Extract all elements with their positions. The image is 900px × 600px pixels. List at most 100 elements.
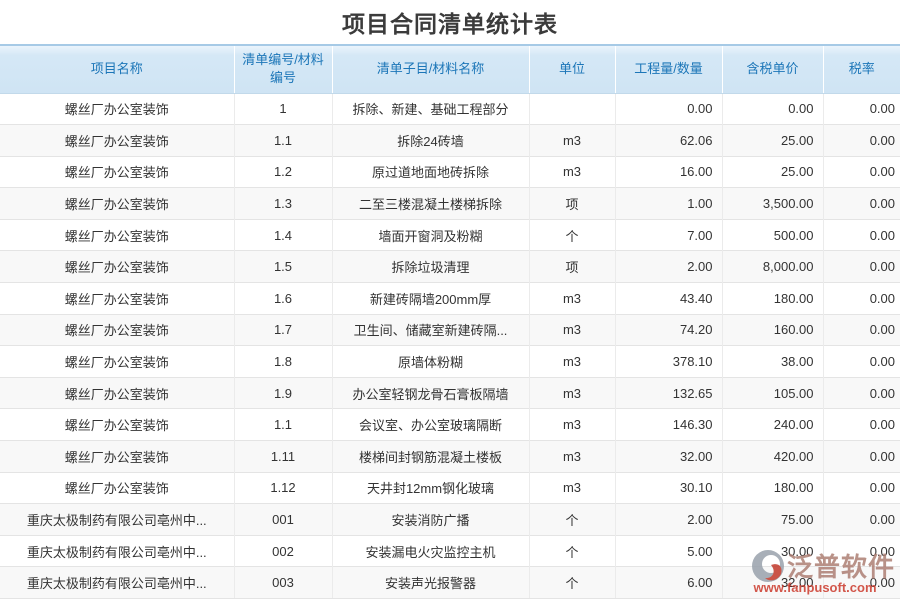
report-page: 项目合同清单统计表 项目名称清单编号/材料编号清单子目/材料名称单位工程量/数量… <box>0 0 900 600</box>
table-row[interactable]: 螺丝厂办公室装饰1.1会议室、办公室玻璃隔断m3146.30240.000.00 <box>0 409 900 441</box>
cell-project: 螺丝厂办公室装饰 <box>0 93 234 125</box>
table-row[interactable]: 螺丝厂办公室装饰1.1拆除24砖墙m362.0625.000.00 <box>0 125 900 157</box>
cell-price: 500.00 <box>722 219 823 251</box>
cell-project: 螺丝厂办公室装饰 <box>0 219 234 251</box>
cell-unit: m3 <box>529 472 615 504</box>
title-bar: 项目合同清单统计表 <box>0 0 900 44</box>
cell-price: 30.00 <box>722 535 823 567</box>
column-header-code: 清单编号/材料编号 <box>234 45 332 93</box>
cell-code: 1.3 <box>234 188 332 220</box>
cell-quantity: 62.06 <box>615 125 722 157</box>
cell-item: 原墙体粉糊 <box>332 346 529 378</box>
cell-price: 25.00 <box>722 125 823 157</box>
cell-item: 卫生间、储藏室新建砖隔... <box>332 314 529 346</box>
table-row[interactable]: 重庆太极制药有限公司亳州中...001安装消防广播个2.0075.000.00 <box>0 504 900 536</box>
cell-unit: m3 <box>529 314 615 346</box>
cell-unit <box>529 93 615 125</box>
column-header-tax: 税率 <box>823 45 900 93</box>
table-row[interactable]: 螺丝厂办公室装饰1.4墙面开窗洞及粉糊个7.00500.000.00 <box>0 219 900 251</box>
cell-tax: 0.00 <box>823 283 900 315</box>
cell-code: 1.11 <box>234 441 332 473</box>
cell-tax: 0.00 <box>823 156 900 188</box>
cell-project: 螺丝厂办公室装饰 <box>0 251 234 283</box>
cell-price: 38.00 <box>722 346 823 378</box>
table-row[interactable]: 螺丝厂办公室装饰1.3二至三楼混凝土楼梯拆除项1.003,500.000.00 <box>0 188 900 220</box>
cell-project: 重庆太极制药有限公司亳州中... <box>0 567 234 599</box>
column-header-item: 清单子目/材料名称 <box>332 45 529 93</box>
cell-project: 螺丝厂办公室装饰 <box>0 188 234 220</box>
cell-tax: 0.00 <box>823 377 900 409</box>
cell-item: 拆除24砖墙 <box>332 125 529 157</box>
column-header-unit: 单位 <box>529 45 615 93</box>
table-body: 螺丝厂办公室装饰1拆除、新建、基础工程部分0.000.000.00螺丝厂办公室装… <box>0 93 900 599</box>
cell-tax: 0.00 <box>823 219 900 251</box>
cell-item: 安装消防广播 <box>332 504 529 536</box>
cell-code: 1 <box>234 93 332 125</box>
cell-price: 3,500.00 <box>722 188 823 220</box>
cell-code: 002 <box>234 535 332 567</box>
table-row[interactable]: 重庆太极制药有限公司亳州中...003安装声光报警器个6.0032.000.00 <box>0 567 900 599</box>
cell-code: 1.4 <box>234 219 332 251</box>
cell-tax: 0.00 <box>823 535 900 567</box>
cell-project: 螺丝厂办公室装饰 <box>0 441 234 473</box>
cell-code: 1.1 <box>234 409 332 441</box>
cell-code: 1.1 <box>234 125 332 157</box>
cell-price: 240.00 <box>722 409 823 441</box>
cell-code: 1.9 <box>234 377 332 409</box>
cell-quantity: 2.00 <box>615 504 722 536</box>
cell-unit: 项 <box>529 251 615 283</box>
table-row[interactable]: 螺丝厂办公室装饰1.9办公室轻钢龙骨石膏板隔墙m3132.65105.000.0… <box>0 377 900 409</box>
table-row[interactable]: 螺丝厂办公室装饰1.8原墙体粉糊m3378.1038.000.00 <box>0 346 900 378</box>
table-row[interactable]: 螺丝厂办公室装饰1.2原过道地面地砖拆除m316.0025.000.00 <box>0 156 900 188</box>
cell-quantity: 2.00 <box>615 251 722 283</box>
cell-code: 001 <box>234 504 332 536</box>
cell-price: 32.00 <box>722 567 823 599</box>
cell-item: 安装声光报警器 <box>332 567 529 599</box>
table-row[interactable]: 螺丝厂办公室装饰1.11楼梯间封钢筋混凝土楼板m332.00420.000.00 <box>0 441 900 473</box>
cell-quantity: 32.00 <box>615 441 722 473</box>
cell-quantity: 132.65 <box>615 377 722 409</box>
cell-tax: 0.00 <box>823 251 900 283</box>
cell-tax: 0.00 <box>823 188 900 220</box>
cell-code: 1.6 <box>234 283 332 315</box>
cell-quantity: 7.00 <box>615 219 722 251</box>
cell-quantity: 5.00 <box>615 535 722 567</box>
table-row[interactable]: 重庆太极制药有限公司亳州中...002安装漏电火灾监控主机个5.0030.000… <box>0 535 900 567</box>
table-row[interactable]: 螺丝厂办公室装饰1.7卫生间、储藏室新建砖隔...m374.20160.000.… <box>0 314 900 346</box>
cell-project: 螺丝厂办公室装饰 <box>0 314 234 346</box>
table-row[interactable]: 螺丝厂办公室装饰1.12天井封12mm钢化玻璃m330.10180.000.00 <box>0 472 900 504</box>
cell-price: 180.00 <box>722 283 823 315</box>
cell-code: 1.12 <box>234 472 332 504</box>
table-row[interactable]: 螺丝厂办公室装饰1.6新建砖隔墙200mm厚m343.40180.000.00 <box>0 283 900 315</box>
cell-item: 拆除垃圾清理 <box>332 251 529 283</box>
table-row[interactable]: 螺丝厂办公室装饰1.5拆除垃圾清理项2.008,000.000.00 <box>0 251 900 283</box>
cell-unit: 个 <box>529 219 615 251</box>
cell-tax: 0.00 <box>823 504 900 536</box>
cell-unit: m3 <box>529 156 615 188</box>
cell-tax: 0.00 <box>823 441 900 473</box>
cell-project: 螺丝厂办公室装饰 <box>0 346 234 378</box>
cell-code: 1.5 <box>234 251 332 283</box>
cell-unit: m3 <box>529 125 615 157</box>
table-header-row: 项目名称清单编号/材料编号清单子目/材料名称单位工程量/数量含税单价税率 <box>0 45 900 93</box>
cell-item: 办公室轻钢龙骨石膏板隔墙 <box>332 377 529 409</box>
cell-project: 重庆太极制药有限公司亳州中... <box>0 535 234 567</box>
cell-code: 1.7 <box>234 314 332 346</box>
cell-project: 螺丝厂办公室装饰 <box>0 156 234 188</box>
cell-price: 420.00 <box>722 441 823 473</box>
cell-quantity: 6.00 <box>615 567 722 599</box>
cell-item: 拆除、新建、基础工程部分 <box>332 93 529 125</box>
cell-item: 安装漏电火灾监控主机 <box>332 535 529 567</box>
cell-item: 天井封12mm钢化玻璃 <box>332 472 529 504</box>
cell-item: 会议室、办公室玻璃隔断 <box>332 409 529 441</box>
cell-code: 1.2 <box>234 156 332 188</box>
cell-item: 楼梯间封钢筋混凝土楼板 <box>332 441 529 473</box>
cell-item: 原过道地面地砖拆除 <box>332 156 529 188</box>
table-row[interactable]: 螺丝厂办公室装饰1拆除、新建、基础工程部分0.000.000.00 <box>0 93 900 125</box>
cell-item: 二至三楼混凝土楼梯拆除 <box>332 188 529 220</box>
cell-item: 新建砖隔墙200mm厚 <box>332 283 529 315</box>
cell-tax: 0.00 <box>823 314 900 346</box>
cell-tax: 0.00 <box>823 409 900 441</box>
cell-price: 180.00 <box>722 472 823 504</box>
cell-unit: 项 <box>529 188 615 220</box>
